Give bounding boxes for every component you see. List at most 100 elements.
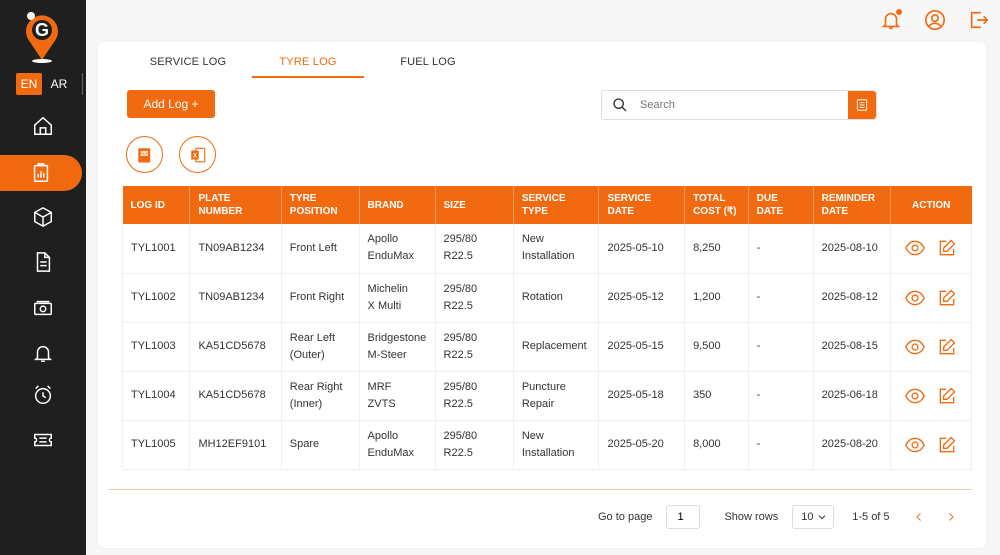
cell-log-id: TYL1001 — [121, 224, 191, 274]
column-header[interactable]: PLATE NUMBER — [189, 186, 282, 224]
column-header[interactable]: TOTAL COST (₹) — [684, 186, 749, 224]
cell-reminder-date: 2025-08-15 — [813, 322, 891, 372]
search-input[interactable] — [640, 92, 848, 118]
sidebar-item-alerts[interactable] — [0, 335, 86, 371]
table-row[interactable]: TYL1001 TN09AB1234 Front Left Apollo EnduMax… — [121, 224, 973, 274]
search-box — [601, 90, 877, 120]
cash-icon — [34, 300, 52, 316]
column-header[interactable]: LOG ID — [122, 186, 191, 224]
column-header[interactable]: TYRE POSITION — [281, 186, 360, 224]
cell-actions — [890, 273, 973, 323]
edit-icon[interactable] — [937, 238, 957, 258]
svg-text:PDF: PDF — [140, 152, 148, 156]
view-icon[interactable] — [905, 435, 925, 455]
table-row[interactable]: TYL1005 MH12EF9101 Spare Apollo EnduMax 295/8… — [121, 420, 973, 470]
cell-tyre-position: Rear Right (Inner) — [281, 371, 360, 421]
cell-due-date: - — [748, 224, 814, 274]
tab-tyre-log[interactable]: TYRE LOG — [252, 56, 364, 78]
cell-due-date: - — [748, 371, 814, 421]
cell-service-date: 2025-05-18 — [598, 371, 686, 421]
profile-button[interactable] — [924, 9, 946, 31]
cell-plate-number: KA51CD5678 — [189, 371, 282, 421]
tab-fuel-log[interactable]: FUEL LOG — [368, 56, 488, 78]
sidebar-item-finance[interactable] — [0, 290, 86, 326]
logout-button[interactable] — [968, 9, 990, 31]
cell-size: 295/80 R22.5 — [435, 371, 514, 421]
cell-service-date: 2025-05-15 — [598, 322, 686, 372]
cell-brand: Bridgestone M-Steer — [359, 322, 436, 372]
view-icon[interactable] — [905, 238, 925, 258]
column-header[interactable]: REMINDER DATE — [813, 186, 891, 224]
rows-per-page-select[interactable]: 10 — [792, 505, 835, 529]
page-number-input[interactable] — [666, 505, 701, 529]
edit-icon[interactable] — [937, 288, 957, 308]
cell-service-date: 2025-05-12 — [598, 273, 686, 323]
page-range: 1-5 of 5 — [852, 511, 890, 523]
export-excel-button[interactable]: X — [179, 136, 216, 173]
column-header[interactable]: DUE DATE — [748, 186, 814, 224]
cell-brand: Apollo EnduMax — [359, 420, 436, 470]
cell-due-date: - — [748, 273, 814, 323]
chevron-left-icon — [915, 513, 921, 521]
cell-service-type: New Installation — [513, 420, 600, 470]
edit-icon[interactable] — [937, 435, 957, 455]
view-icon[interactable] — [905, 288, 925, 308]
cell-size: 295/80 R22.5 — [435, 224, 514, 274]
svg-text:X: X — [192, 153, 196, 159]
cell-reminder-date: 2025-08-20 — [813, 420, 891, 470]
column-header: ACTION — [890, 186, 972, 224]
cell-service-date: 2025-05-10 — [598, 224, 686, 274]
column-header[interactable]: BRAND — [359, 186, 436, 224]
edit-icon[interactable] — [937, 386, 957, 406]
notification-button[interactable] — [880, 9, 902, 31]
sidebar-item-logs[interactable] — [0, 155, 82, 191]
cell-brand: Apollo EnduMax — [359, 224, 436, 274]
search-icon — [613, 98, 627, 112]
column-header[interactable]: SERVICE TYPE — [513, 186, 600, 224]
sidebar-item-inventory[interactable] — [0, 199, 86, 235]
notification-dot — [896, 9, 902, 15]
table-row[interactable]: TYL1002 TN09AB1234 Front Right Michelin X Mu… — [121, 273, 973, 323]
cell-log-id: TYL1005 — [121, 420, 191, 470]
search-filter-button[interactable] — [848, 91, 876, 119]
cell-size: 295/80 R22.5 — [435, 420, 514, 470]
cell-due-date: - — [748, 420, 814, 470]
cell-brand: MRF ZVTS — [359, 371, 436, 421]
sidebar-item-reminders[interactable] — [0, 377, 86, 413]
table-row[interactable]: TYL1004 KA51CD5678 Rear Right (Inner) MRF ZVT… — [121, 371, 973, 421]
next-page-button[interactable] — [942, 508, 960, 526]
lang-en-button[interactable]: EN — [16, 73, 42, 95]
cell-total-cost: 350 — [684, 371, 749, 421]
view-icon[interactable] — [905, 337, 925, 357]
cell-tyre-position: Front Right — [281, 273, 360, 323]
log-tabs: SERVICE LOG TYRE LOG FUEL LOG — [128, 56, 488, 78]
lang-ar-button[interactable]: AR — [46, 73, 72, 95]
cell-total-cost: 8,000 — [684, 420, 749, 470]
clipboard-chart-icon — [33, 163, 49, 182]
sidebar-item-home[interactable] — [0, 108, 86, 144]
home-icon — [34, 116, 52, 135]
column-header[interactable]: SIZE — [435, 186, 514, 224]
document-icon — [36, 252, 51, 272]
cell-tyre-position: Spare — [281, 420, 360, 470]
view-icon[interactable] — [905, 386, 925, 406]
tyre-log-table: LOG ID PLATE NUMBER TYRE POSITION BRAND … — [121, 186, 973, 470]
sidebar-item-tickets[interactable] — [0, 422, 86, 458]
cell-plate-number: TN09AB1234 — [189, 273, 282, 323]
cell-total-cost: 9,500 — [684, 322, 749, 372]
logo-letter: G — [35, 20, 49, 40]
table-row[interactable]: TYL1003 KA51CD5678 Rear Left (Outer) Bridges… — [121, 322, 973, 372]
sidebar-item-documents[interactable] — [0, 244, 86, 280]
alarm-clock-icon — [34, 385, 52, 404]
edit-icon[interactable] — [937, 337, 957, 357]
tab-service-log[interactable]: SERVICE LOG — [128, 56, 248, 78]
box-icon — [34, 206, 52, 228]
topbar-actions — [880, 9, 990, 31]
cell-size: 295/80 R22.5 — [435, 273, 514, 323]
add-log-button[interactable]: Add Log + — [127, 90, 215, 118]
export-pdf-button[interactable]: PDF — [126, 136, 163, 173]
column-header[interactable]: SERVICE DATE — [598, 186, 686, 224]
app-logo[interactable]: G — [22, 10, 62, 64]
excel-export-icon: X — [190, 147, 205, 162]
prev-page-button[interactable] — [910, 508, 928, 526]
